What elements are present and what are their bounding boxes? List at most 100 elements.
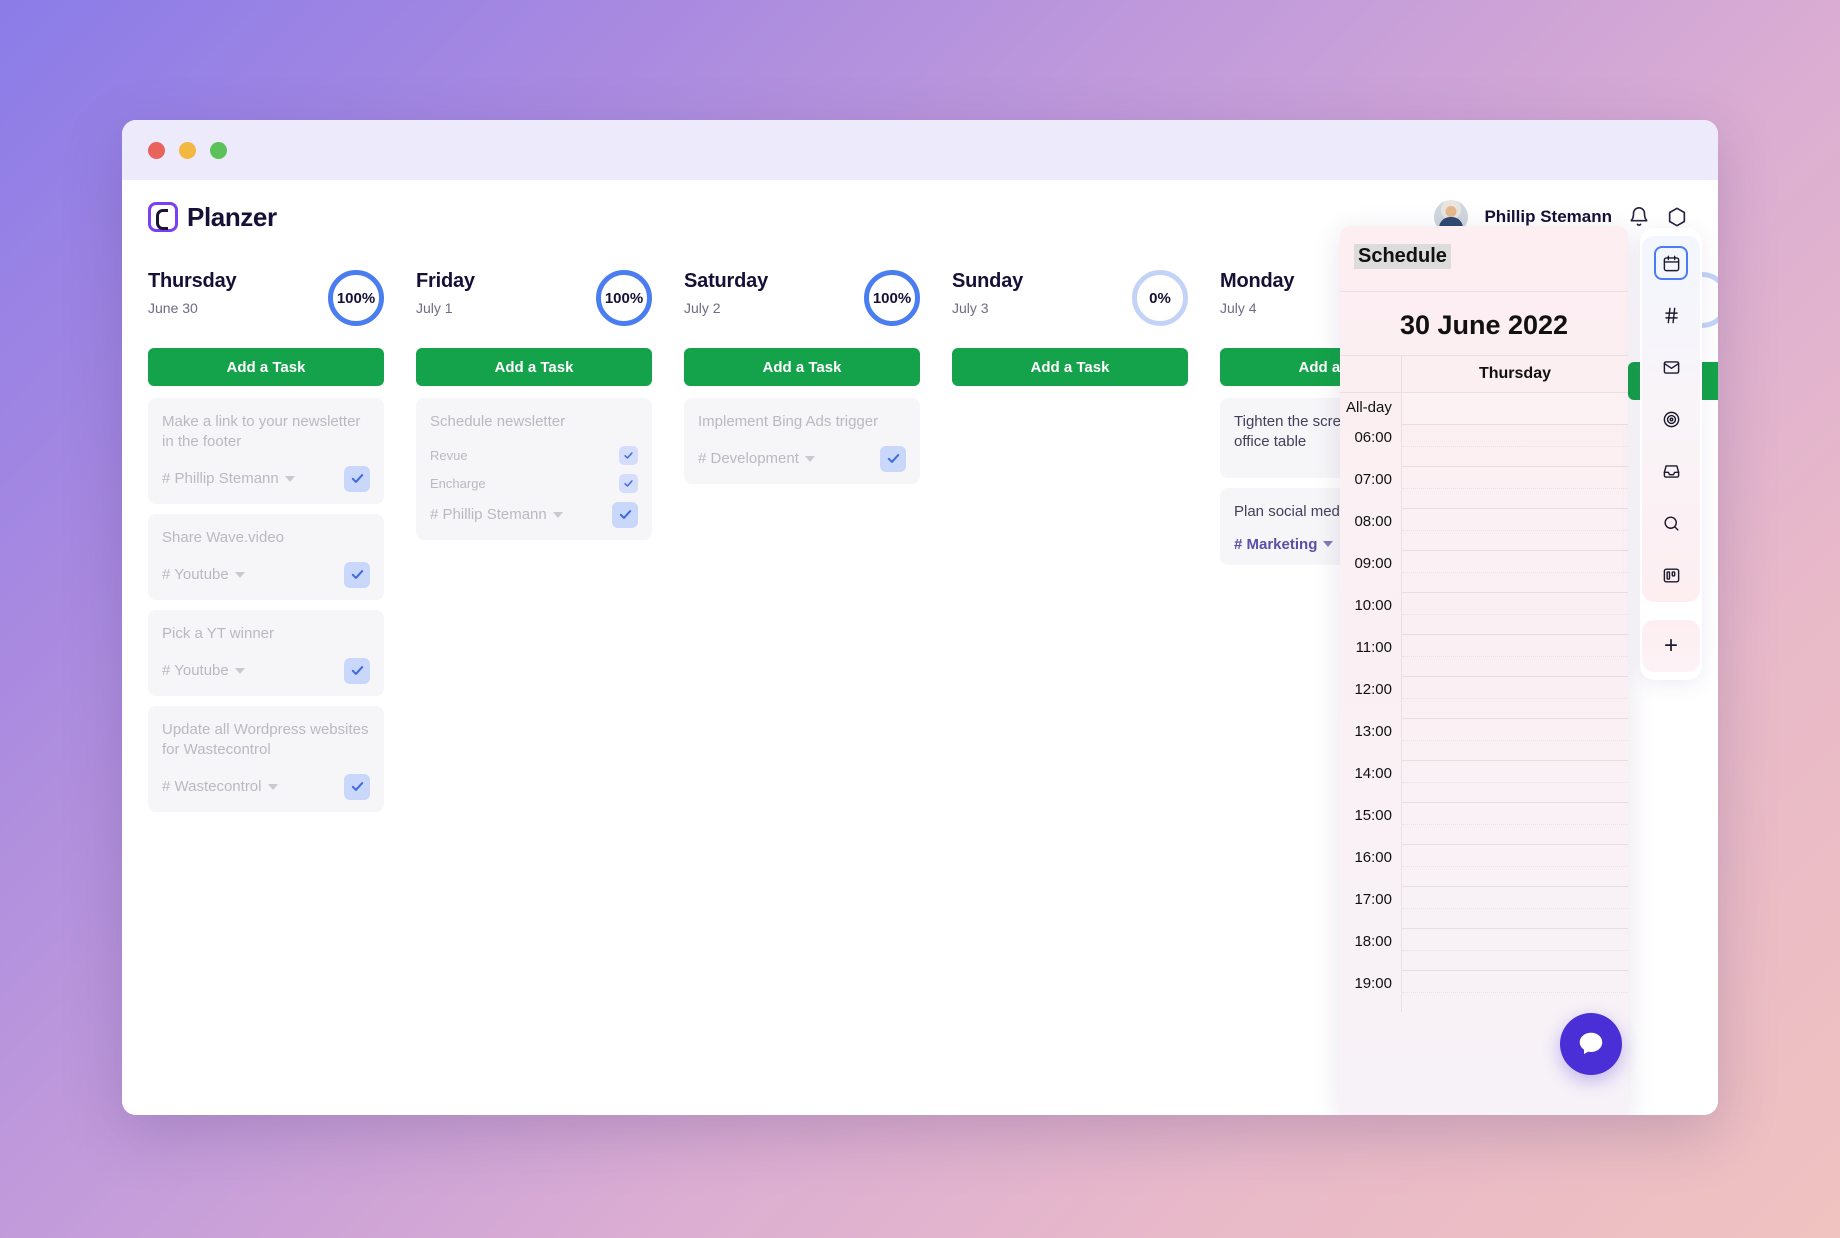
board-icon[interactable] — [1654, 558, 1688, 592]
schedule-hour-row[interactable]: 16:00 — [1340, 844, 1628, 886]
add-task-button[interactable]: Add a Task — [148, 348, 384, 386]
schedule-hour-slot[interactable] — [1402, 676, 1628, 718]
bell-icon[interactable] — [1628, 206, 1650, 228]
task-card[interactable]: Implement Bing Ads trigger # Development — [684, 398, 920, 484]
day-date: July 2 — [684, 300, 768, 316]
rail-icon-group — [1642, 236, 1700, 602]
task-tag-label: # Phillip Stemann — [162, 470, 279, 487]
schedule-allday-slot[interactable] — [1402, 393, 1628, 424]
right-icon-rail: + — [1640, 228, 1702, 680]
schedule-hour-slot[interactable] — [1402, 466, 1628, 508]
schedule-hour-slot[interactable] — [1402, 718, 1628, 760]
task-tag[interactable]: # Youtube — [162, 662, 245, 679]
target-icon[interactable] — [1654, 402, 1688, 436]
schedule-hour-row[interactable]: 12:00 — [1340, 676, 1628, 718]
hash-icon[interactable] — [1654, 298, 1688, 332]
task-checkbox[interactable] — [880, 446, 906, 472]
chevron-down-icon — [553, 512, 563, 518]
window-titlebar — [122, 120, 1718, 180]
schedule-allday-row[interactable]: All-day — [1340, 392, 1628, 424]
envelope-icon[interactable] — [1654, 350, 1688, 384]
task-tag[interactable]: # Development — [698, 450, 815, 467]
brand-logo[interactable]: Planzer — [148, 202, 277, 233]
schedule-hour-slot[interactable] — [1402, 886, 1628, 928]
task-tag[interactable]: # Wastecontrol — [162, 778, 278, 795]
schedule-hour-slot[interactable] — [1402, 802, 1628, 844]
schedule-hour-slot[interactable] — [1402, 928, 1628, 970]
task-tag[interactable]: # Phillip Stemann — [430, 506, 563, 523]
task-tag[interactable]: # Phillip Stemann — [162, 470, 295, 487]
task-footer: # Wastecontrol — [162, 774, 370, 800]
schedule-hour-slot[interactable] — [1402, 844, 1628, 886]
add-task-button[interactable]: Add a Task — [684, 348, 920, 386]
schedule-hour-label: 11:00 — [1340, 634, 1402, 676]
day-column-header: SaturdayJuly 2100% — [684, 264, 920, 348]
task-title: Implement Bing Ads trigger — [698, 412, 906, 432]
schedule-hour-row[interactable]: 09:00 — [1340, 550, 1628, 592]
subtask-row[interactable]: Encharge — [430, 474, 638, 493]
subtask-checkbox[interactable] — [619, 446, 638, 465]
add-task-button[interactable]: Add a Task — [416, 348, 652, 386]
schedule-hour-row[interactable]: 07:00 — [1340, 466, 1628, 508]
task-checkbox[interactable] — [344, 658, 370, 684]
task-card[interactable]: Pick a YT winner # Youtube — [148, 610, 384, 696]
schedule-hour-row[interactable]: 13:00 — [1340, 718, 1628, 760]
schedule-hour-row[interactable]: 11:00 — [1340, 634, 1628, 676]
day-column: ThursdayJune 30100%Add a TaskMake a link… — [148, 264, 384, 1115]
task-card[interactable]: Update all Wordpress websites for Wastec… — [148, 706, 384, 812]
schedule-hour-row[interactable]: 19:00 — [1340, 970, 1628, 1012]
task-checkbox[interactable] — [612, 502, 638, 528]
chevron-down-icon — [235, 668, 245, 674]
schedule-date: 30 June 2022 — [1340, 291, 1628, 341]
schedule-hour-slot[interactable] — [1402, 424, 1628, 466]
search-icon[interactable] — [1654, 506, 1688, 540]
day-name: Thursday — [148, 270, 236, 293]
inbox-icon[interactable] — [1654, 454, 1688, 488]
task-checkbox[interactable] — [344, 562, 370, 588]
schedule-hour-slot[interactable] — [1402, 970, 1628, 1012]
task-tag[interactable]: # Marketing — [1234, 536, 1333, 553]
task-title: Pick a YT winner — [162, 624, 370, 644]
schedule-hour-row[interactable]: 17:00 — [1340, 886, 1628, 928]
add-task-button[interactable]: Add a Task — [952, 348, 1188, 386]
schedule-hour-slot[interactable] — [1402, 592, 1628, 634]
progress-ring: 100% — [864, 270, 920, 326]
schedule-hour-slot[interactable] — [1402, 508, 1628, 550]
schedule-hour-row[interactable]: 06:00 — [1340, 424, 1628, 466]
schedule-hour-label: 08:00 — [1340, 508, 1402, 550]
schedule-hour-row[interactable]: 10:00 — [1340, 592, 1628, 634]
planzer-logo-icon — [148, 202, 178, 232]
subtask-row[interactable]: Revue — [430, 446, 638, 465]
schedule-hour-slot[interactable] — [1402, 634, 1628, 676]
subtask-checkbox[interactable] — [619, 474, 638, 493]
schedule-hour-row[interactable]: 08:00 — [1340, 508, 1628, 550]
schedule-hour-slot[interactable] — [1402, 550, 1628, 592]
chevron-down-icon — [285, 476, 295, 482]
subtask-label: Encharge — [430, 476, 486, 491]
close-button[interactable] — [148, 142, 165, 159]
schedule-day-name: Thursday — [1402, 356, 1628, 392]
calendar-icon[interactable] — [1654, 246, 1688, 280]
task-card[interactable]: Share Wave.video# Youtube — [148, 514, 384, 600]
schedule-hour-slot[interactable] — [1402, 760, 1628, 802]
task-card[interactable]: Make a link to your newsletter in the fo… — [148, 398, 384, 504]
schedule-hour-label: 12:00 — [1340, 676, 1402, 718]
task-checkbox[interactable] — [344, 774, 370, 800]
task-card[interactable]: Schedule newsletterRevueEncharge# Philli… — [416, 398, 652, 540]
task-checkbox[interactable] — [344, 466, 370, 492]
schedule-hour-row[interactable]: 15:00 — [1340, 802, 1628, 844]
rail-add-button[interactable]: + — [1642, 620, 1700, 672]
task-footer: # Phillip Stemann — [430, 502, 638, 528]
task-tag-label: # Youtube — [162, 566, 229, 583]
task-tag-label: # Wastecontrol — [162, 778, 262, 795]
minimize-button[interactable] — [179, 142, 196, 159]
schedule-hour-row[interactable]: 18:00 — [1340, 928, 1628, 970]
day-name: Sunday — [952, 270, 1023, 293]
task-footer: # Youtube — [162, 658, 370, 684]
task-tag[interactable]: # Youtube — [162, 566, 245, 583]
hexagon-icon[interactable] — [1666, 206, 1688, 228]
maximize-button[interactable] — [210, 142, 227, 159]
schedule-hour-row[interactable]: 14:00 — [1340, 760, 1628, 802]
chat-bubble-icon[interactable] — [1560, 1013, 1622, 1075]
day-date: July 3 — [952, 300, 1023, 316]
